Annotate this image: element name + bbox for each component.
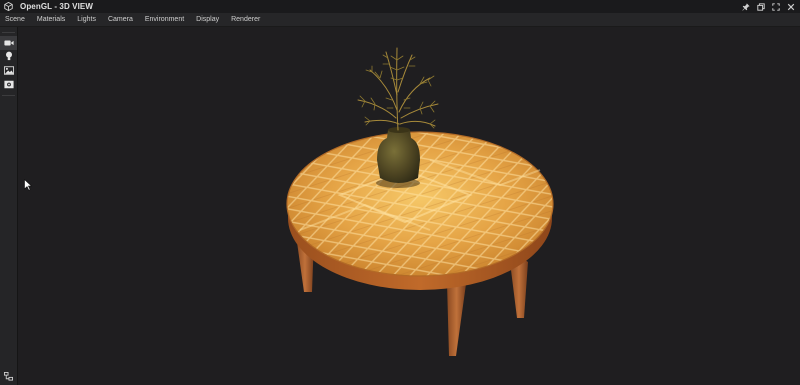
menu-renderer[interactable]: Renderer [225, 13, 266, 26]
menu-scene[interactable]: Scene [0, 13, 31, 26]
side-toolbar [0, 27, 18, 385]
scene-render [286, 47, 554, 356]
toolbar-separator [2, 95, 15, 96]
restore-icon[interactable] [755, 1, 766, 12]
hierarchy-icon[interactable] [2, 371, 15, 381]
screenshot-tool-button[interactable] [0, 78, 17, 92]
menu-display[interactable]: Display [190, 13, 225, 26]
menu-lights[interactable]: Lights [71, 13, 102, 26]
menu-bar: Scene Materials Lights Camera Environmen… [0, 13, 800, 27]
screenshot-icon [3, 76, 14, 94]
3d-viewport[interactable] [18, 27, 800, 385]
toolbar-separator [2, 32, 15, 33]
title-bar: OpenGL - 3D VIEW [0, 0, 800, 13]
maximize-icon[interactable] [770, 1, 781, 12]
menu-materials[interactable]: Materials [31, 13, 71, 26]
menu-environment[interactable]: Environment [139, 13, 190, 26]
mouse-cursor-icon [24, 178, 33, 196]
window-title: OpenGL - 3D VIEW [20, 2, 94, 11]
menu-camera[interactable]: Camera [102, 13, 139, 26]
pin-icon[interactable] [740, 1, 751, 12]
close-icon[interactable] [785, 1, 796, 12]
dried-plant [357, 47, 439, 131]
cube-icon [4, 2, 14, 12]
window-controls [740, 1, 796, 12]
